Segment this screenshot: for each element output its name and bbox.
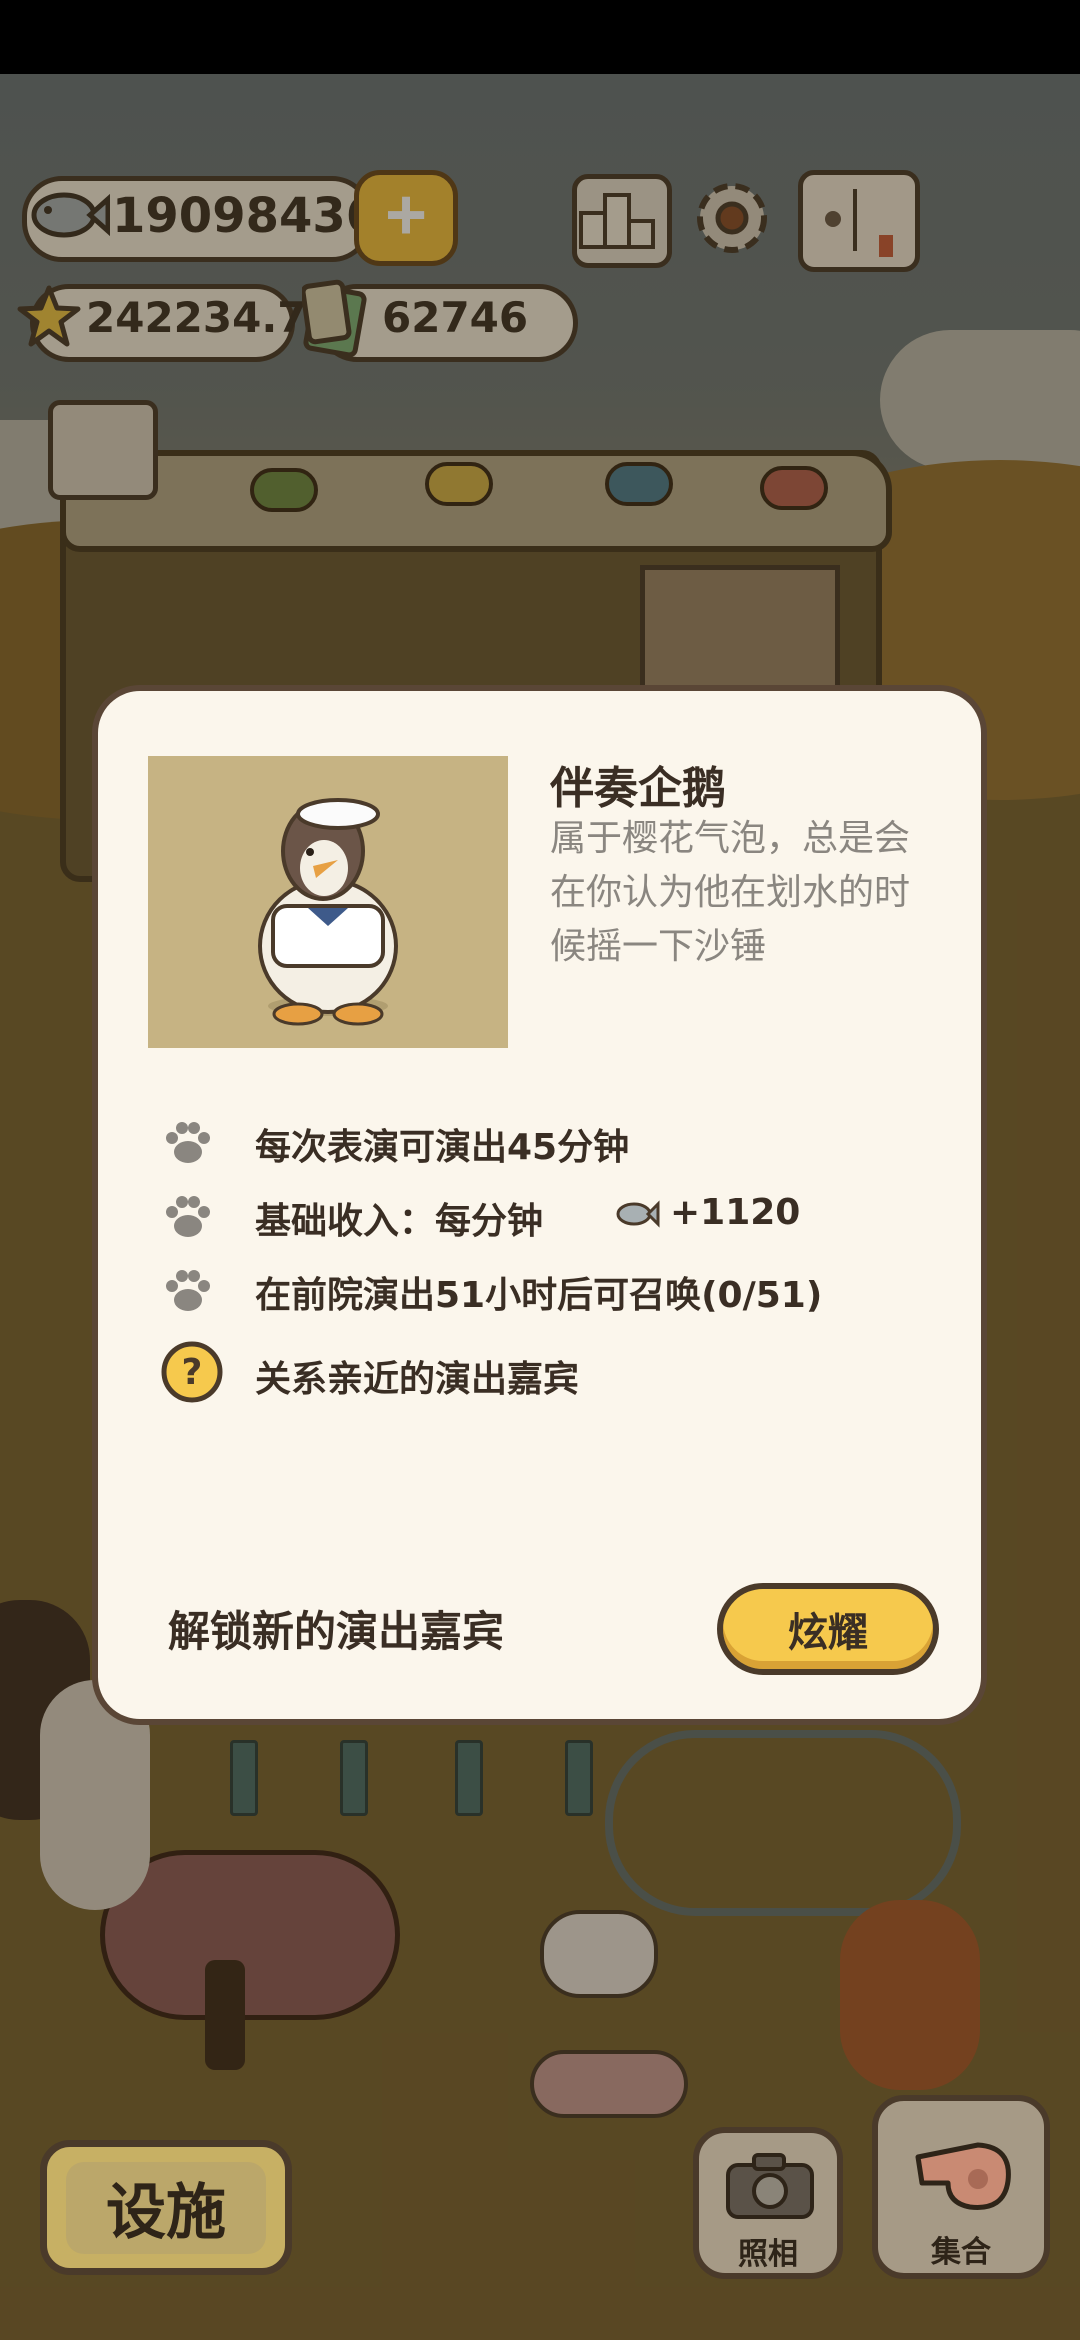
detail-row	[160, 1186, 216, 1246]
performance-duration: 每次表演可演出45分钟	[255, 1127, 630, 1168]
unlock-label: 解锁新的演出嘉宾	[168, 1607, 505, 1656]
base-income-value: +1120	[670, 1192, 801, 1233]
summon-condition: 在前院演出51小时后可召唤(0/51)	[255, 1275, 823, 1316]
facilities-label: 设施	[66, 2161, 266, 2254]
question-icon[interactable]: ?	[160, 1340, 224, 1404]
detail-row[interactable]: ?	[160, 1340, 224, 1404]
base-income-label: 基础收入：每分钟	[255, 1201, 544, 1242]
guest-name: 伴奏企鹅	[550, 763, 726, 814]
facilities-button[interactable]: 设施	[40, 2140, 292, 2275]
camera-icon	[726, 2153, 814, 2219]
relationship-label: 关系亲近的演出嘉宾	[255, 1359, 580, 1400]
status-bar	[0, 0, 1080, 74]
whistle-icon	[915, 2142, 1011, 2210]
svg-text:?: ?	[182, 1352, 203, 1393]
detail-row	[160, 1112, 216, 1172]
detail-row	[160, 1260, 216, 1320]
paw-icon	[166, 1196, 210, 1237]
fish-icon	[616, 1200, 660, 1228]
guest-description: 属于樱花气泡，总是会在你认为他在划水的时候摇一下沙锤	[550, 818, 911, 967]
photo-button[interactable]: 照相	[693, 2127, 843, 2279]
paw-icon	[166, 1270, 210, 1311]
penguin-icon	[258, 798, 398, 1026]
gather-button[interactable]: 集合	[872, 2095, 1050, 2279]
guest-portrait	[148, 756, 508, 1048]
photo-label: 照相	[738, 2237, 798, 2272]
show-off-button[interactable]: 炫耀	[717, 1583, 939, 1675]
gather-label: 集合	[931, 2235, 991, 2270]
paw-icon	[166, 1122, 210, 1163]
